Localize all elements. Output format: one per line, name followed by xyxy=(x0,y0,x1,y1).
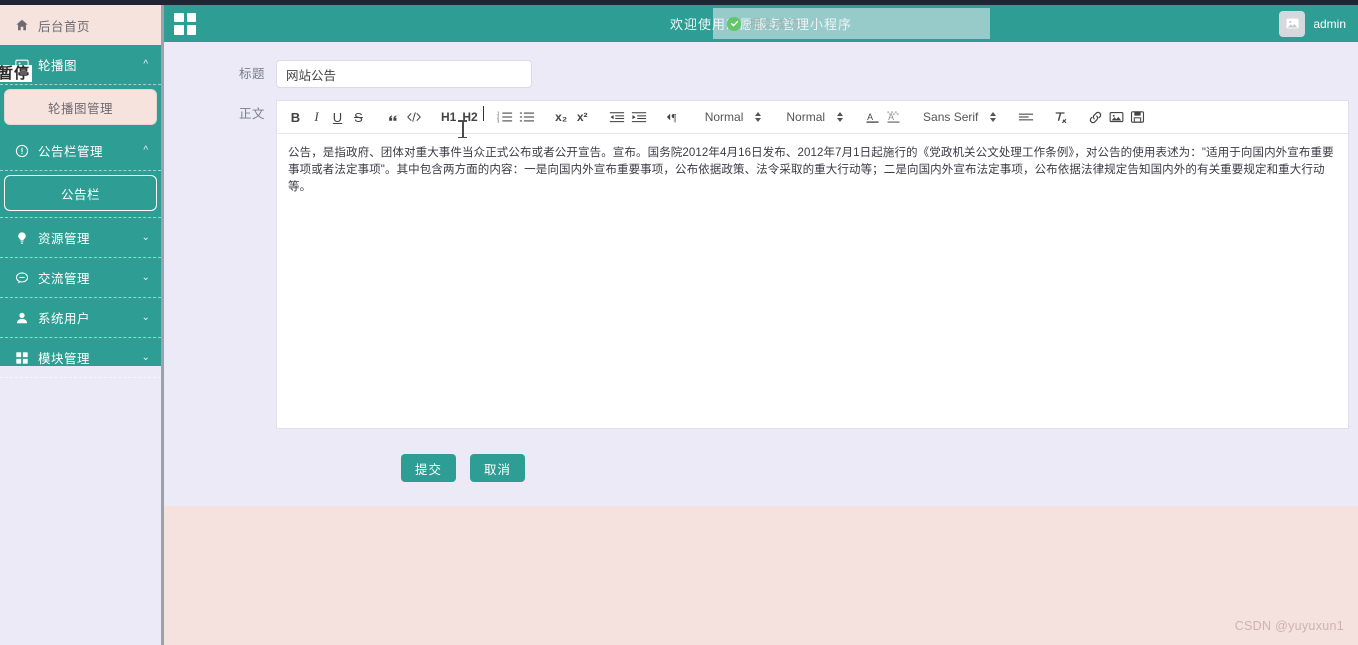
bulb-icon xyxy=(14,230,30,246)
size-select[interactable]: Normal xyxy=(699,110,768,124)
alert-circle-icon xyxy=(14,143,30,159)
chevron-updown-icon xyxy=(837,112,844,122)
body-field-label: 正文 xyxy=(238,107,265,121)
sidebar-group-system-user[interactable]: 系统用户 ⌄ xyxy=(0,298,161,338)
chevron-down-icon: ⌄ xyxy=(141,231,151,243)
video-icon[interactable] xyxy=(1127,105,1148,129)
user-menu[interactable]: admin xyxy=(1279,10,1346,37)
chevron-down-icon: ⌄ xyxy=(141,311,151,323)
pause-overlay-artifact: 暂停 xyxy=(0,65,33,82)
rich-text-editor: B I U S H1 H2 123 x₂ x² ¶ Normal Normal … xyxy=(276,100,1349,429)
home-icon xyxy=(14,17,30,33)
chevron-updown-icon xyxy=(990,112,997,122)
sidebar-group-module-label: 模块管理 xyxy=(38,352,91,366)
success-toast-message: 提交成功! xyxy=(749,17,803,31)
font-select-value: Sans Serif xyxy=(923,110,979,124)
user-icon xyxy=(14,310,30,326)
indent-icon[interactable] xyxy=(628,105,650,129)
chat-icon xyxy=(14,270,30,286)
grid-menu-icon[interactable] xyxy=(174,12,196,35)
sidebar-item-carousel-manage[interactable]: 轮播图管理 xyxy=(4,89,157,125)
background-color-icon[interactable]: A xyxy=(883,105,904,129)
title-row: 标题 xyxy=(164,60,1358,88)
subscript-button[interactable]: x₂ xyxy=(551,105,572,129)
font-select[interactable]: Sans Serif xyxy=(917,110,1002,124)
sidebar-group-notice[interactable]: 公告栏管理 ^ xyxy=(0,131,161,171)
link-icon[interactable] xyxy=(1085,105,1106,129)
chevron-updown-icon xyxy=(755,112,762,122)
sidebar-item-home[interactable]: 后台首页 xyxy=(0,5,161,45)
svg-text:3: 3 xyxy=(497,118,500,123)
ordered-list-icon[interactable]: 123 xyxy=(494,105,516,129)
bullet-list-icon[interactable] xyxy=(516,105,538,129)
text-direction-icon[interactable]: ¶ xyxy=(663,105,686,129)
sidebar-group-resource-label: 资源管理 xyxy=(38,232,91,246)
chevron-down-icon: ⌄ xyxy=(141,351,151,363)
title-input[interactable] xyxy=(276,60,532,88)
body-row: 正文 B I U S H1 H2 1 2 3 x₂ x² ¶ Normal No… xyxy=(164,100,1358,429)
mouse-text-cursor xyxy=(458,120,467,138)
text-caret xyxy=(483,106,484,121)
italic-button[interactable]: I xyxy=(306,105,327,129)
editor-paragraph: 公告，是指政府、团体对重大事件当众正式公布或者公开宣告。宣布。国务院2012年4… xyxy=(288,147,1334,193)
heading-1-button[interactable]: H1 xyxy=(438,105,459,129)
superscript-button[interactable]: x² xyxy=(572,105,593,129)
code-icon[interactable] xyxy=(403,105,425,129)
sidebar-group-system-user-label: 系统用户 xyxy=(38,312,91,326)
sidebar-submenu-notice: 公告栏 xyxy=(0,171,161,217)
avatar xyxy=(1279,10,1306,37)
sidebar-item-notice-board[interactable]: 公告栏 xyxy=(4,175,157,211)
chevron-up-icon: ^ xyxy=(143,58,149,70)
success-toast: 提交成功! xyxy=(713,8,990,39)
app-root: 后台首页 轮播图 ^ 轮播图管理 公告栏管理 ^ 公告栏 资源管理 ⌄ 交流管理… xyxy=(0,0,1358,645)
main-content: 标题 正文 B I U S xyxy=(164,42,1358,506)
underline-button[interactable]: U xyxy=(327,105,348,129)
app-header: 欢迎使用志愿服务管理小程序 提交成功! admin xyxy=(164,5,1358,42)
watermark: CSDN @yuyuxun1 xyxy=(1234,619,1344,633)
sidebar: 后台首页 轮播图 ^ 轮播图管理 公告栏管理 ^ 公告栏 资源管理 ⌄ 交流管理… xyxy=(0,5,161,645)
editor-toolbar: B I U S H1 H2 123 x₂ x² ¶ Normal Normal … xyxy=(277,101,1348,134)
image-icon[interactable] xyxy=(1106,105,1127,129)
bold-button[interactable]: B xyxy=(285,105,306,129)
grid-icon xyxy=(14,350,30,366)
sidebar-item-carousel-manage-label: 轮播图管理 xyxy=(47,101,113,116)
sidebar-group-carousel-label: 轮播图 xyxy=(38,59,78,73)
user-name-label: admin xyxy=(1313,16,1346,31)
sidebar-group-resource[interactable]: 资源管理 ⌄ xyxy=(0,218,161,258)
sidebar-group-notice-label: 公告栏管理 xyxy=(38,145,104,159)
title-field-label: 标题 xyxy=(238,67,265,81)
svg-text:A: A xyxy=(867,112,873,122)
size-select-value: Normal xyxy=(704,110,744,124)
form-actions: 提交 取消 xyxy=(401,454,1358,482)
submit-button[interactable]: 提交 xyxy=(401,454,457,482)
sidebar-group-module[interactable]: 模块管理 ⌄ xyxy=(0,338,161,378)
sidebar-item-notice-board-label: 公告栏 xyxy=(60,187,100,202)
outdent-icon[interactable] xyxy=(606,105,628,129)
header-select[interactable]: Normal xyxy=(780,110,849,124)
sidebar-group-communication-label: 交流管理 xyxy=(38,272,91,286)
chevron-up-icon: ^ xyxy=(143,144,149,156)
chevron-down-icon: ⌄ xyxy=(141,271,151,283)
text-color-icon[interactable]: A xyxy=(862,105,883,129)
cancel-button[interactable]: 取消 xyxy=(470,454,526,482)
strikethrough-button[interactable]: S xyxy=(348,105,369,129)
content-bottom-area: CSDN @yuyuxun1 xyxy=(164,506,1358,645)
header-select-value: Normal xyxy=(786,110,826,124)
sidebar-item-home-label: 后台首页 xyxy=(38,19,91,34)
editor-content-area[interactable]: 公告，是指政府、团体对重大事件当众正式公布或者公开宣告。宣布。国务院2012年4… xyxy=(277,134,1348,428)
sidebar-group-communication[interactable]: 交流管理 ⌄ xyxy=(0,258,161,298)
align-icon[interactable] xyxy=(1015,105,1037,129)
sidebar-submenu-carousel: 轮播图管理 xyxy=(0,85,161,131)
clear-format-icon[interactable] xyxy=(1050,105,1072,129)
blockquote-icon[interactable] xyxy=(382,105,403,129)
check-circle-icon xyxy=(727,16,741,31)
svg-text:¶: ¶ xyxy=(671,113,676,124)
